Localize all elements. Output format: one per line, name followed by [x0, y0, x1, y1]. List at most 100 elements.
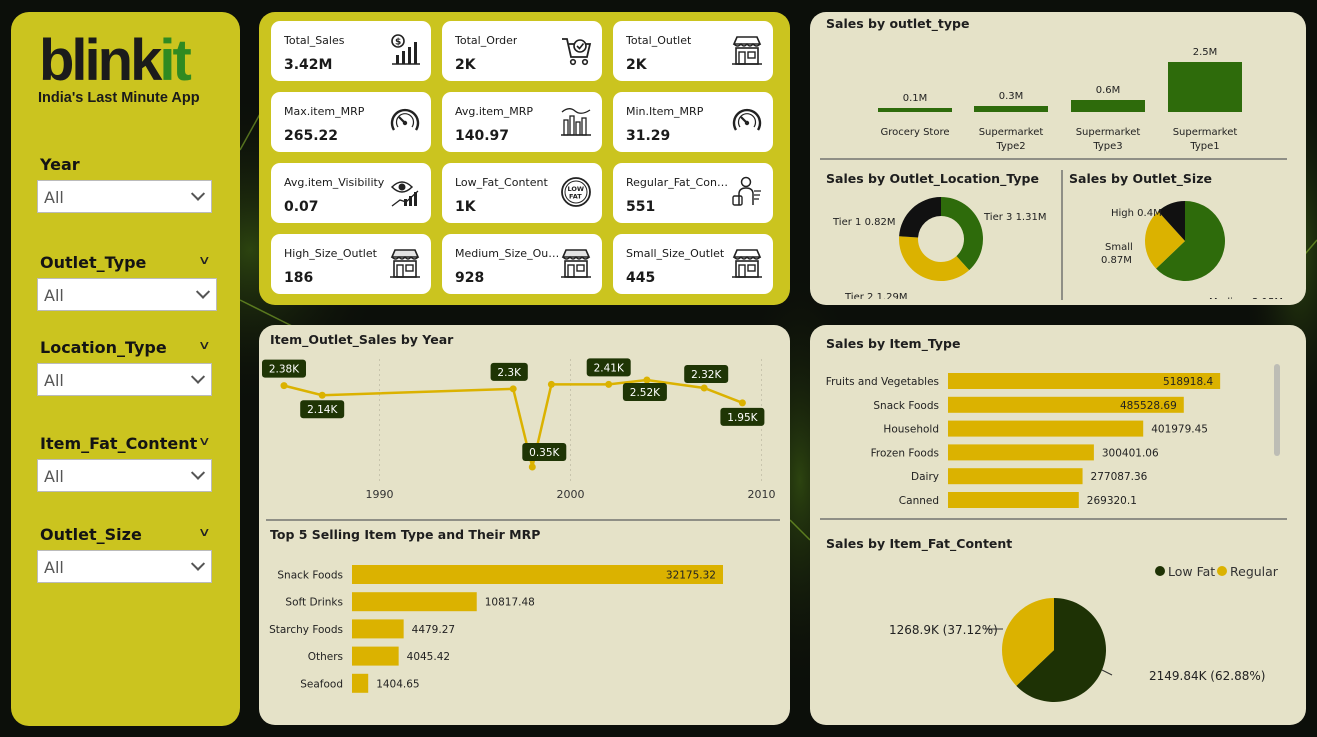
outlet-type-bar — [1071, 100, 1145, 112]
legend-low-fat-label: Low Fat — [1168, 564, 1215, 579]
item-type-bar — [948, 468, 1083, 485]
item-type-category-label: Fruits and Vegetables — [826, 376, 939, 388]
outlet-type-category-label: Type3 — [1092, 141, 1122, 152]
outlet-type-category-label: Type2 — [995, 141, 1025, 152]
year-data-label: 0.35K — [529, 447, 560, 459]
store-icon — [390, 249, 420, 278]
outlet-type-category-label: Grocery Store — [880, 127, 949, 138]
legend-regular-swatch — [1217, 566, 1227, 576]
item-type-bar — [948, 492, 1079, 508]
outlet-type-filter-dropdown[interactable]: All — [37, 278, 217, 311]
item-type-chart-title: Sales by Item_Type — [826, 336, 961, 351]
outlet-type-category-label: Supermarket — [979, 127, 1044, 138]
outlet-type-chart-title: Sales by outlet_type — [826, 16, 970, 31]
top5-category-label: Soft Drinks — [285, 597, 343, 609]
fat-content-filter-label: Item_Fat_Content — [40, 434, 198, 453]
top5-data-label: 1404.65 — [376, 678, 419, 690]
year-data-label: 2.41K — [594, 362, 625, 374]
kpi-title: High_Size_Outlet — [284, 247, 377, 260]
fat-low-fat-data-label: 2149.84K (62.88%) — [1149, 669, 1265, 683]
kpi-value: 140.97 — [455, 128, 510, 144]
top5-data-label: 32175.32 — [666, 570, 716, 582]
kpi-value: 31.29 — [626, 128, 671, 144]
outlet-type-chart: 0.1M Grocery Store 0.3M Supermarket Type2 0.6… — [878, 47, 1242, 152]
year-x-tick-label: 2000 — [557, 488, 585, 501]
item-type-data-label: 518918.4 — [1163, 376, 1213, 388]
item-type-category-label: Frozen Foods — [871, 447, 939, 459]
fat-content-pie-chart: Low Fat Regular 2149.84K (62.88%) 1268.9K (… — [889, 564, 1279, 702]
kpi-value: 1K — [455, 199, 476, 215]
outlet-type-data-label: 2.5M — [1193, 47, 1218, 58]
chevron-down-icon[interactable]: ∨ — [198, 253, 211, 267]
kpi-card-medium-size-outlet: Medium_Size_Outlet 928 — [442, 234, 602, 294]
legend-regular-label: Regular — [1230, 564, 1279, 579]
chevron-down-icon — [190, 186, 206, 201]
year-data-point — [643, 376, 651, 384]
year-data-label: 1.95K — [727, 412, 758, 424]
fat-content-filter-value: All — [44, 467, 64, 486]
kpi-title: Regular_Fat_Content — [626, 176, 731, 189]
outlet-size-filter-dropdown[interactable]: All — [37, 550, 212, 583]
year-x-tick-label: 2010 — [748, 488, 776, 501]
fat-leader-line — [1101, 669, 1113, 676]
year-data-label: 2.32K — [691, 369, 722, 381]
kpi-card-regular-fat: Regular_Fat_Content 551 — [613, 163, 773, 223]
kpi-card-max-mrp: Max.item_MRP 265.22 — [271, 92, 431, 152]
kpi-title: Total_Sales — [284, 34, 345, 47]
top5-data-label: 4479.27 — [412, 624, 455, 636]
location-tier3-label: Tier 3 1.31M — [983, 212, 1046, 223]
kpi-value: 2K — [626, 57, 647, 73]
fat-content-filter-dropdown[interactable]: All — [37, 459, 212, 492]
eye-chart-icon — [390, 181, 419, 207]
chevron-down-icon — [190, 556, 206, 571]
chevron-down-icon[interactable]: ∨ — [198, 525, 211, 539]
outlet-type-data-label: 0.1M — [903, 93, 928, 104]
kpi-card-total-sales: Total_Sales 3.42M $ — [271, 21, 431, 81]
year-data-label: 2.52K — [630, 387, 661, 399]
low-fat-badge-icon: LOWFAT — [561, 177, 591, 207]
divider — [820, 518, 1287, 520]
kpi-card-avg-mrp: Avg.item_MRP 140.97 — [442, 92, 602, 152]
gauge-icon — [732, 108, 762, 131]
divider — [266, 519, 780, 521]
location-donut-slice — [899, 197, 941, 238]
item-type-data-label: 269320.1 — [1087, 495, 1137, 507]
location-type-filter-dropdown[interactable]: All — [37, 363, 212, 396]
top5-bar — [352, 673, 369, 693]
chevron-down-icon[interactable]: ∨ — [198, 434, 211, 448]
outlet-size-high-label: High 0.4M — [1111, 208, 1162, 219]
kpi-value: 2K — [455, 57, 476, 73]
kpi-card-total-order: Total_Order 2K — [442, 21, 602, 81]
kpi-title: Min.Item_MRP — [626, 105, 704, 118]
kpi-card-total-outlet: Total_Outlet 2K — [613, 21, 773, 81]
location-donut-slice — [940, 197, 983, 271]
top5-category-label: Seafood — [300, 678, 343, 690]
outlet-size-chart-title: Sales by Outlet_Size — [1069, 171, 1212, 186]
year-line-chart: 1990 2000 2010 2.38K 2.14K 2.3K 0.35K 2.41K 2.52… — [262, 358, 776, 501]
chevron-down-icon[interactable]: ∨ — [198, 338, 211, 352]
brand-tagline: India's Last Minute App — [38, 90, 200, 106]
scrollbar[interactable] — [1274, 364, 1280, 456]
item-type-data-label: 300401.06 — [1102, 447, 1159, 459]
item-type-data-label: 401979.45 — [1151, 424, 1208, 436]
gauge-icon — [390, 108, 420, 131]
year-data-point — [738, 399, 746, 407]
kpi-value: 265.22 — [284, 128, 339, 144]
item-type-category-label: Dairy — [911, 471, 939, 483]
location-donut-slice — [899, 236, 970, 281]
bar-trend-icon — [561, 108, 591, 136]
fat-regular-data-label: 1268.9K (37.12%) — [889, 623, 998, 637]
year-data-label: 2.3K — [497, 367, 522, 379]
year-filter-dropdown[interactable]: All — [37, 180, 212, 213]
item-type-category-label: Snack Foods — [873, 400, 939, 412]
outlet-type-filter-value: All — [44, 286, 64, 305]
person-burger-icon — [732, 176, 761, 206]
location-tier2-label: Tier 2 1.29M — [844, 292, 907, 299]
top5-chart-title: Top 5 Selling Item Type and Their MRP — [270, 527, 541, 542]
item-type-category-label: Household — [883, 424, 939, 436]
outlet-type-data-label: 0.3M — [999, 91, 1024, 102]
kpi-card-min-mrp: Min.Item_MRP 31.29 — [613, 92, 773, 152]
item-type-data-label: 277087.36 — [1091, 471, 1148, 483]
kpi-value: 445 — [626, 270, 656, 286]
kpi-title: Avg.item_Visibility — [284, 176, 385, 189]
